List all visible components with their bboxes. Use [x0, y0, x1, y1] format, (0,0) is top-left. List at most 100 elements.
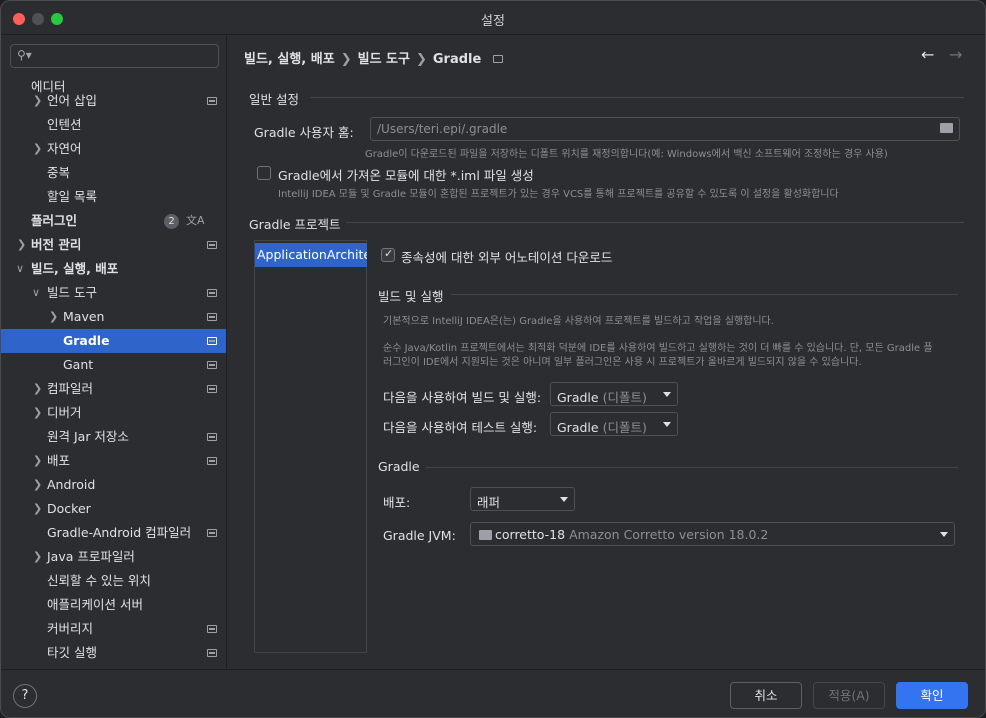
breadcrumb-item[interactable]: 빌드, 실행, 배포 — [244, 52, 335, 67]
chevron-right-icon[interactable]: ❯ — [33, 473, 42, 497]
generate-iml-checkbox[interactable] — [257, 166, 271, 180]
gradle-projects-title: Gradle 프로젝트 — [249, 217, 341, 232]
sidebar-item-gradle-android-compiler[interactable]: Gradle-Android 컴파일러 — [1, 521, 226, 545]
sidebar-item-todo[interactable]: 할일 목록 — [1, 185, 226, 209]
project-level-icon — [207, 457, 217, 465]
gradle-user-home-field[interactable]: /Users/teri.epi/.gradle — [370, 117, 960, 141]
sidebar-item-version-control[interactable]: ❯ 버전 관리 — [1, 233, 226, 257]
sidebar-item-label: 커버리지 — [47, 621, 94, 636]
breadcrumb-separator-icon: ❯ — [415, 52, 427, 67]
gradle-jvm-select[interactable]: corretto-18 Amazon Corretto version 18.0… — [470, 522, 955, 546]
sidebar-item-debugger[interactable]: ❯ 디버거 — [1, 401, 226, 425]
folder-icon[interactable] — [940, 123, 953, 133]
chevron-right-icon[interactable]: ❯ — [33, 449, 42, 473]
gradle-project-item[interactable]: ApplicationArchite — [255, 243, 367, 267]
build-and-run-with-select[interactable]: Gradle (디폴트) — [550, 382, 678, 406]
sidebar-item-label: 배포 — [47, 453, 71, 468]
sidebar-item-label: 빌드, 실행, 배포 — [31, 261, 119, 276]
build-and-run-with-label: 다음을 사용하여 빌드 및 실행: — [383, 390, 542, 405]
chevron-down-icon — [560, 497, 568, 502]
settings-content: 빌드, 실행, 배포 ❯ 빌드 도구 ❯ Gradle ← → 일반 설정 Gradle… — [228, 35, 985, 669]
sidebar-item-label: 컴파일러 — [47, 381, 94, 396]
chevron-down-icon — [940, 532, 948, 537]
gradle-jvm-detail: Amazon Corretto version 18.0.2 — [569, 527, 769, 542]
gradle-jvm-label: Gradle JVM: — [383, 528, 456, 543]
run-tests-with-select[interactable]: Gradle (디폴트) — [550, 412, 678, 436]
chevron-down-icon[interactable]: ∨ — [16, 257, 24, 281]
sdk-folder-icon — [479, 530, 492, 540]
sidebar-item-duplicates[interactable]: 중복 — [1, 161, 226, 185]
title-bar: 설정 — [1, 1, 985, 35]
sidebar-item-maven[interactable]: ❯ Maven — [1, 305, 226, 329]
build-and-run-with-value: Gradle — [557, 390, 599, 405]
cancel-button[interactable]: 취소 — [730, 682, 802, 709]
chevron-right-icon[interactable]: ❯ — [33, 545, 42, 569]
chevron-right-icon[interactable]: ❯ — [33, 137, 42, 161]
sidebar-item-build-tools[interactable]: ∨ 빌드 도구 — [1, 281, 226, 305]
chevron-right-icon[interactable]: ❯ — [33, 401, 42, 425]
chevron-down-icon[interactable]: ∨ — [32, 281, 40, 305]
project-level-icon — [207, 313, 217, 321]
sidebar-item-label: Java 프로파일러 — [47, 549, 135, 564]
distribution-label: 배포: — [383, 495, 411, 510]
project-level-icon — [207, 289, 217, 297]
sidebar-item-remote-jar-repositories[interactable]: 원격 Jar 저장소 — [1, 425, 226, 449]
sidebar-item-compiler[interactable]: ❯ 컴파일러 — [1, 377, 226, 401]
sidebar-item-label: 버전 관리 — [31, 237, 82, 252]
sidebar-item-label: 중복 — [47, 165, 71, 180]
sidebar-item-docker[interactable]: ❯ Docker — [1, 497, 226, 521]
gradle-user-home-value: /Users/teri.epi/.gradle — [377, 122, 508, 136]
build-and-run-desc-2: 순수 Java/Kotlin 프로젝트에서는 최적화 덕분에 IDE를 사용하여… — [383, 343, 933, 354]
distribution-select[interactable]: 래퍼 — [470, 487, 575, 511]
dialog-footer: ? 취소 적용(A) 확인 — [1, 669, 985, 717]
chevron-right-icon[interactable]: ❯ — [33, 497, 42, 521]
search-icon: ⚲▾ — [17, 48, 32, 62]
back-arrow-icon[interactable]: ← — [921, 45, 934, 64]
project-level-icon — [207, 529, 217, 537]
sidebar-item-label: Docker — [47, 501, 91, 516]
download-annotations-label: 종속성에 대한 외부 어노테이션 다운로드 — [401, 250, 613, 265]
sidebar-item-trusted-locations[interactable]: 신뢰할 수 있는 위치 — [1, 569, 226, 593]
section-divider — [310, 97, 964, 98]
settings-sidebar: ⚲▾ 에디터 ❯ 언어 삽입 인텐션 ❯ 자연어 중복 할일 목록 플러그인 2… — [1, 35, 227, 669]
search-input[interactable]: ⚲▾ — [10, 44, 219, 68]
run-tests-with-label: 다음을 사용하여 테스트 실행: — [383, 420, 538, 435]
breadcrumb-item: Gradle — [432, 52, 482, 67]
help-button[interactable]: ? — [13, 684, 37, 708]
sidebar-item-build-execution-deployment[interactable]: ∨ 빌드, 실행, 배포 — [1, 257, 226, 281]
gradle-user-home-hint: Gradle이 다운로드된 파일을 저장하는 디폴트 위치를 재정의합니다(예:… — [365, 149, 888, 160]
sidebar-item-android[interactable]: ❯ Android — [1, 473, 226, 497]
sidebar-item-deployment[interactable]: ❯ 배포 — [1, 449, 226, 473]
build-and-run-desc-3: 러그인이 IDE에서 지원되는 것은 아니며 일부 플러그인은 사용 시 프로젝… — [383, 357, 862, 368]
sidebar-item-gradle[interactable]: Gradle — [1, 329, 226, 353]
chevron-right-icon[interactable]: ❯ — [17, 233, 26, 257]
apply-button[interactable]: 적용(A) — [813, 682, 885, 709]
chevron-right-icon[interactable]: ❯ — [33, 91, 42, 111]
gradle-jvm-value: corretto-18 — [495, 527, 566, 542]
section-divider — [346, 222, 964, 223]
sidebar-item-plugins[interactable]: 플러그인 2 文A — [1, 209, 226, 233]
chevron-right-icon[interactable]: ❯ — [33, 377, 42, 401]
breadcrumb-item[interactable]: 빌드 도구 — [358, 52, 410, 67]
ok-button[interactable]: 확인 — [896, 682, 968, 709]
sidebar-item-intentions[interactable]: 인텐션 — [1, 113, 226, 137]
run-tests-with-value: Gradle — [557, 420, 599, 435]
sidebar-item-coverage[interactable]: 커버리지 — [1, 617, 226, 641]
sidebar-item-run-targets[interactable]: 타깃 실행 — [1, 641, 226, 665]
sidebar-item-application-servers[interactable]: 애플리케이션 서버 — [1, 593, 226, 617]
sidebar-item-label: 인텐션 — [47, 117, 82, 132]
sidebar-item-natural-languages[interactable]: ❯ 자연어 — [1, 137, 226, 161]
sidebar-item-label: Gradle — [63, 333, 110, 348]
chevron-right-icon[interactable]: ❯ — [49, 305, 58, 329]
project-level-icon — [493, 55, 504, 63]
sidebar-item-language-injection[interactable]: ❯ 언어 삽입 — [1, 91, 226, 111]
project-level-icon — [207, 625, 217, 633]
general-settings-title: 일반 설정 — [249, 92, 299, 107]
sidebar-item-gant[interactable]: Gant — [1, 353, 226, 377]
sidebar-item-label: 할일 목록 — [47, 189, 97, 204]
project-level-icon — [207, 649, 217, 657]
download-annotations-checkbox[interactable]: ✓ — [381, 247, 395, 262]
sidebar-item-java-profiler[interactable]: ❯ Java 프로파일러 — [1, 545, 226, 569]
forward-arrow-icon[interactable]: → — [949, 45, 962, 64]
generate-iml-hint: IntelliJ IDEA 모듈 및 Gradle 모듈이 혼합된 프로젝트가 … — [278, 189, 839, 200]
